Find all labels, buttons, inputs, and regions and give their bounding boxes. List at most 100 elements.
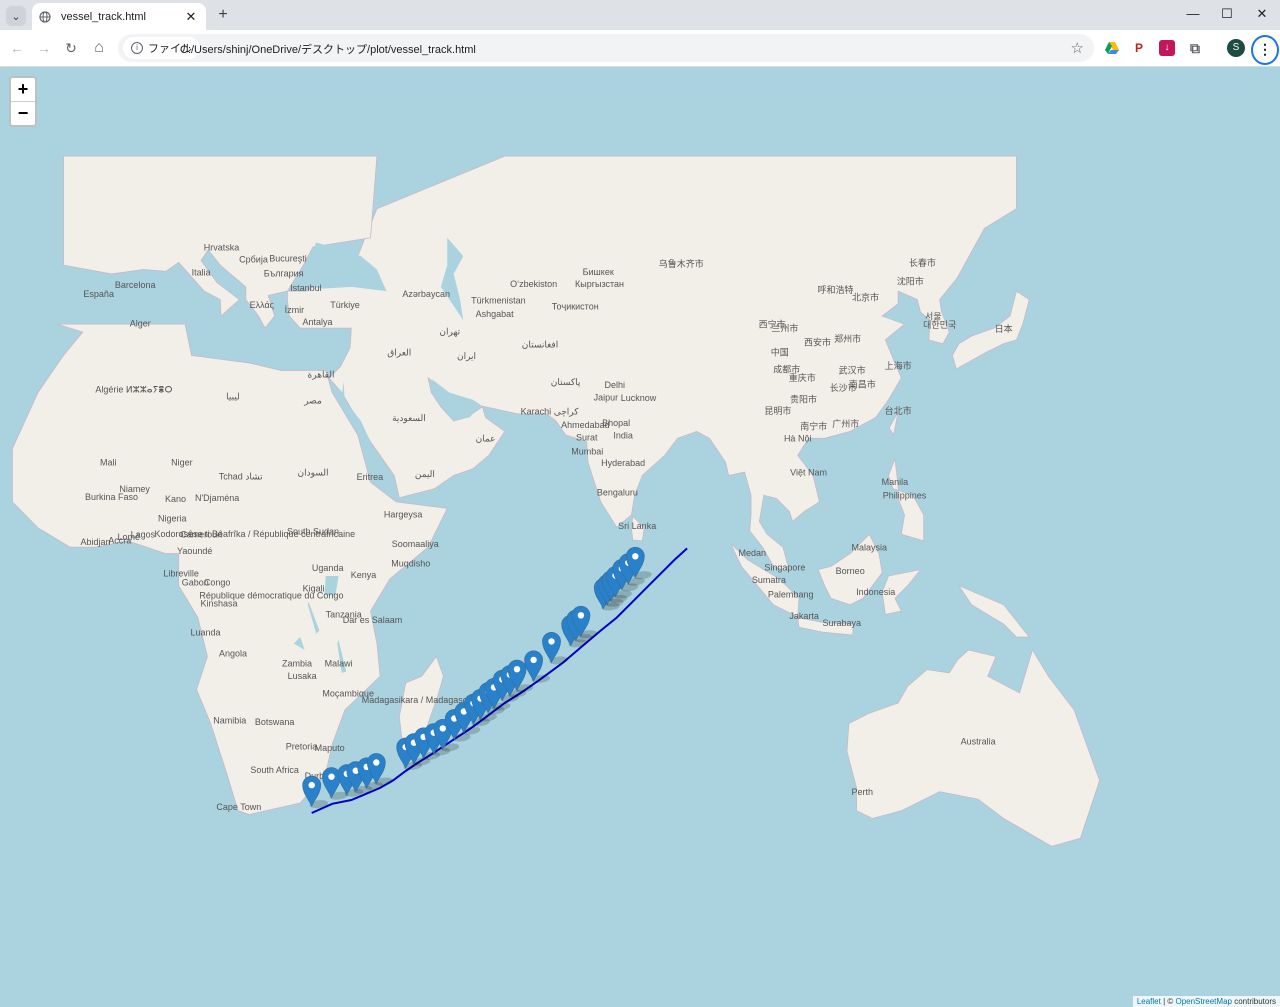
profile-avatar[interactable]: S (1227, 39, 1245, 57)
place-label: Hrvatska (204, 243, 240, 253)
place-label: Kano (165, 494, 186, 504)
new-tab-button[interactable]: + (214, 6, 232, 24)
place-label: 沈阳市 (897, 275, 924, 286)
place-label: Algérie ⵍⵣⵣⴰⵢⴻⵔ (95, 385, 172, 395)
place-label: 呼和浩特 (817, 284, 853, 295)
place-label: Zambia (282, 658, 312, 668)
place-label: Bengaluru (597, 488, 638, 498)
url-text[interactable]: C:/Users/shinj/OneDrive/デスクトップ/plot/vess… (180, 41, 476, 57)
place-label: South Africa (250, 765, 299, 775)
place-label: 武汉市 (839, 364, 866, 375)
place-label: Hargeysa (384, 510, 423, 520)
place-label: Kodorosêse ti Bêafrîka / République cent… (154, 529, 355, 539)
forward-button[interactable]: → (35, 39, 53, 57)
minimize-button[interactable]: — (1183, 6, 1203, 21)
place-label: العراق (387, 347, 411, 358)
place-label: 昆明市 (764, 405, 791, 416)
place-label: Tchad تشاد (219, 472, 263, 482)
place-label: 上海市 (885, 360, 912, 371)
download-extension-icon[interactable]: ↓ (1159, 40, 1175, 56)
place-label: Тоҷикистон (552, 302, 599, 312)
place-label: Philippines (883, 491, 927, 501)
place-label: Barcelona (115, 280, 156, 290)
place-label: عمان (476, 434, 496, 444)
place-label: السعودية (392, 413, 426, 424)
tab-list-button[interactable]: ⌄ (6, 6, 26, 26)
place-label: افغانستان (522, 340, 559, 350)
place-label: Angola (219, 649, 247, 659)
back-button[interactable]: ← (8, 39, 26, 57)
attribution-rest: contributors (1231, 997, 1276, 1006)
maximize-button[interactable]: ☐ (1217, 6, 1237, 22)
landmass (846, 649, 1100, 847)
place-label: 乌鲁木齐市 (659, 258, 704, 269)
place-label: Việt Nam (790, 468, 827, 478)
window-close-button[interactable]: ✕ (1252, 6, 1272, 22)
place-label: N'Djaména (195, 493, 239, 503)
map-container[interactable]: España Barcelona Italia Hrvatska Србија Bucur… (0, 67, 1280, 1007)
landmass (952, 290, 1030, 370)
place-label: 郑州市 (834, 333, 861, 344)
tab-vessel-track[interactable]: vessel_track.html ✕ (32, 3, 206, 30)
place-label: 北京市 (852, 291, 879, 302)
place-label: Abidjan (80, 537, 110, 547)
place-label: القاهرة (308, 370, 335, 381)
place-label: Azərbaycan (402, 289, 450, 299)
place-label: Bhopal (602, 418, 630, 428)
place-label: Antalya (302, 317, 332, 327)
place-label: Ashgabat (476, 309, 515, 319)
place-label: Indonesia (856, 587, 895, 597)
place-label: Lucknow (621, 393, 657, 403)
leaflet-link[interactable]: Leaflet (1137, 997, 1161, 1006)
place-label: 서울 (925, 311, 942, 321)
osm-link[interactable]: OpenStreetMap (1175, 997, 1231, 1006)
place-label: India (613, 430, 633, 440)
place-label: Niger (171, 458, 193, 468)
place-label: Kenya (351, 570, 377, 580)
zoom-in-button[interactable]: + (11, 78, 35, 102)
vessel-position-marker[interactable] (366, 753, 394, 786)
place-label: 中国 (771, 346, 789, 357)
place-label: Istanbul (290, 283, 322, 293)
browser-menu-button[interactable]: ⋮ (1251, 35, 1279, 65)
landmass (957, 584, 1031, 638)
place-label: Sri Lanka (618, 521, 656, 531)
address-bar[interactable]: i ファイル C:/Users/shinj/OneDrive/デスクトップ/pl… (118, 34, 1094, 62)
place-label: Sumatra (752, 575, 786, 585)
place-label: Botswana (255, 717, 295, 727)
place-label: 대한민국 (923, 320, 956, 330)
place-label: السودان (297, 468, 328, 479)
reload-button[interactable]: ↻ (62, 39, 80, 57)
place-label: Maputo (315, 743, 345, 753)
bookmark-star-icon[interactable]: ☆ (1071, 39, 1084, 57)
place-label: Burkina Faso (85, 492, 138, 502)
browser-toolbar: ← → ↻ ⌂ i ファイル C:/Users/shinj/OneDrive/デ… (0, 30, 1280, 67)
zoom-out-button[interactable]: − (11, 102, 35, 125)
place-label: Medan (739, 548, 767, 558)
place-label: Australia (961, 736, 996, 746)
place-label: Uganda (312, 563, 344, 573)
place-label: Türkmenistan (471, 296, 526, 306)
place-label: Surat (576, 432, 598, 442)
place-label: ایران (457, 351, 476, 362)
map-attribution: Leaflet | © OpenStreetMap contributors (1132, 996, 1280, 1007)
place-label: 兰州市 (771, 322, 798, 333)
place-label: Pretoria (286, 741, 318, 751)
place-label: 广州市 (832, 418, 859, 429)
place-label: Soomaaliya (392, 539, 439, 549)
home-button[interactable]: ⌂ (90, 39, 108, 57)
zoom-control: + − (9, 76, 37, 127)
place-label: Jaipur (594, 392, 619, 402)
place-label: Mali (100, 458, 117, 468)
place-label: 成都市 (773, 364, 800, 375)
map-canvas[interactable]: EspañaBarcelona Italia HrvatskaСрбија Bucur… (0, 67, 1280, 1007)
extensions-puzzle-icon[interactable]: ⧉ (1187, 40, 1203, 56)
place-label: Namibia (213, 716, 246, 726)
place-label: Singapore (764, 563, 805, 573)
place-label: Manila (882, 477, 909, 487)
tab-close-icon[interactable]: ✕ (182, 9, 200, 25)
tab-bar: ⌄ vessel_track.html ✕ + — ☐ ✕ (0, 0, 1280, 30)
drive-extension-icon[interactable] (1104, 40, 1120, 56)
place-label: Borneo (836, 566, 865, 576)
pdf-extension-icon[interactable]: P (1131, 40, 1147, 56)
